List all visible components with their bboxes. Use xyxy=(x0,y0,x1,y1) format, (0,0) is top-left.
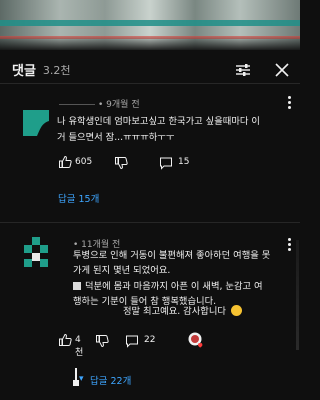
view-replies-link[interactable]: 답글 15개 xyxy=(58,191,99,205)
redacted-block xyxy=(73,282,81,290)
comments-panel: 댓글 3.2천 • 9개월 전 나 유학생인데 엄마보고싶고 한국가고 싶을때마… xyxy=(0,0,300,400)
reply-count: 15 xyxy=(178,157,190,167)
comment-text-line: 가게 된지 몇년 되었어요. xyxy=(73,265,171,276)
comments-count: 3.2천 xyxy=(42,63,71,77)
comment-item: • 9개월 전 나 유학생인데 엄마보고싶고 한국가고 싶을때마다 이 거 들으… xyxy=(0,90,300,210)
scroll-edge xyxy=(296,240,299,350)
chevron-down-icon[interactable]: ▾ xyxy=(79,374,84,384)
like-count: 4천 xyxy=(75,335,84,358)
creator-heart-icon xyxy=(188,332,203,348)
hidden-username xyxy=(59,104,95,105)
comment-time: • 9개월 전 xyxy=(98,100,140,110)
comment-text-line-row: 덕분에 몸과 마음까지 아픈 이 새벽, 눈감고 여 xyxy=(73,279,263,294)
comment-text-line: 거 들으면서 잠...ㅠㅠㅠ하ㅜㅜ xyxy=(57,132,175,143)
comments-header: 댓글 3.2천 xyxy=(0,56,300,84)
sort-settings-icon[interactable] xyxy=(234,61,252,79)
comment-meta: • 9개월 전 xyxy=(59,97,140,110)
comment-text-line: 덕분에 몸과 마음까지 아픈 이 새벽, 눈감고 여 xyxy=(85,281,263,292)
comment-text-line: 정말 최고예요. 감사합니다 xyxy=(123,306,226,317)
comment-item: • 11개월 전 투병으로 인해 거동이 불편해져 좋아하던 여행을 못 가게 … xyxy=(0,230,300,400)
reply-count: 22 xyxy=(144,335,156,345)
thumbs-up-icon[interactable] xyxy=(58,155,72,169)
more-options-icon[interactable] xyxy=(288,96,292,110)
thumbs-down-icon[interactable] xyxy=(114,156,128,170)
avatar[interactable] xyxy=(24,237,48,267)
comment-text-line: 나 유학생인데 엄마보고싶고 한국가고 싶을때마다 이 xyxy=(57,116,260,127)
reply-icon[interactable] xyxy=(125,334,139,348)
thumbs-up-icon[interactable] xyxy=(58,333,72,347)
more-options-icon[interactable] xyxy=(288,238,292,252)
video-shade xyxy=(0,36,300,50)
comments-title: 댓글 xyxy=(12,64,36,79)
comment-text-line: 투병으로 인해 거동이 불편해져 좋아하던 여행을 못 xyxy=(73,250,271,261)
video-lane xyxy=(0,20,300,26)
video-preview[interactable] xyxy=(0,0,300,50)
avatar[interactable] xyxy=(23,110,49,136)
close-icon[interactable] xyxy=(273,61,291,79)
like-count: 605 xyxy=(75,157,93,167)
comment-divider xyxy=(0,222,300,223)
smile-emoji-icon xyxy=(230,305,242,316)
view-replies-link[interactable]: 답글 22개 xyxy=(90,373,131,387)
comment-text-line-row: 정말 최고예요. 감사합니다 xyxy=(123,304,242,319)
reply-icon[interactable] xyxy=(159,156,173,170)
thumbs-down-icon[interactable] xyxy=(95,334,109,348)
